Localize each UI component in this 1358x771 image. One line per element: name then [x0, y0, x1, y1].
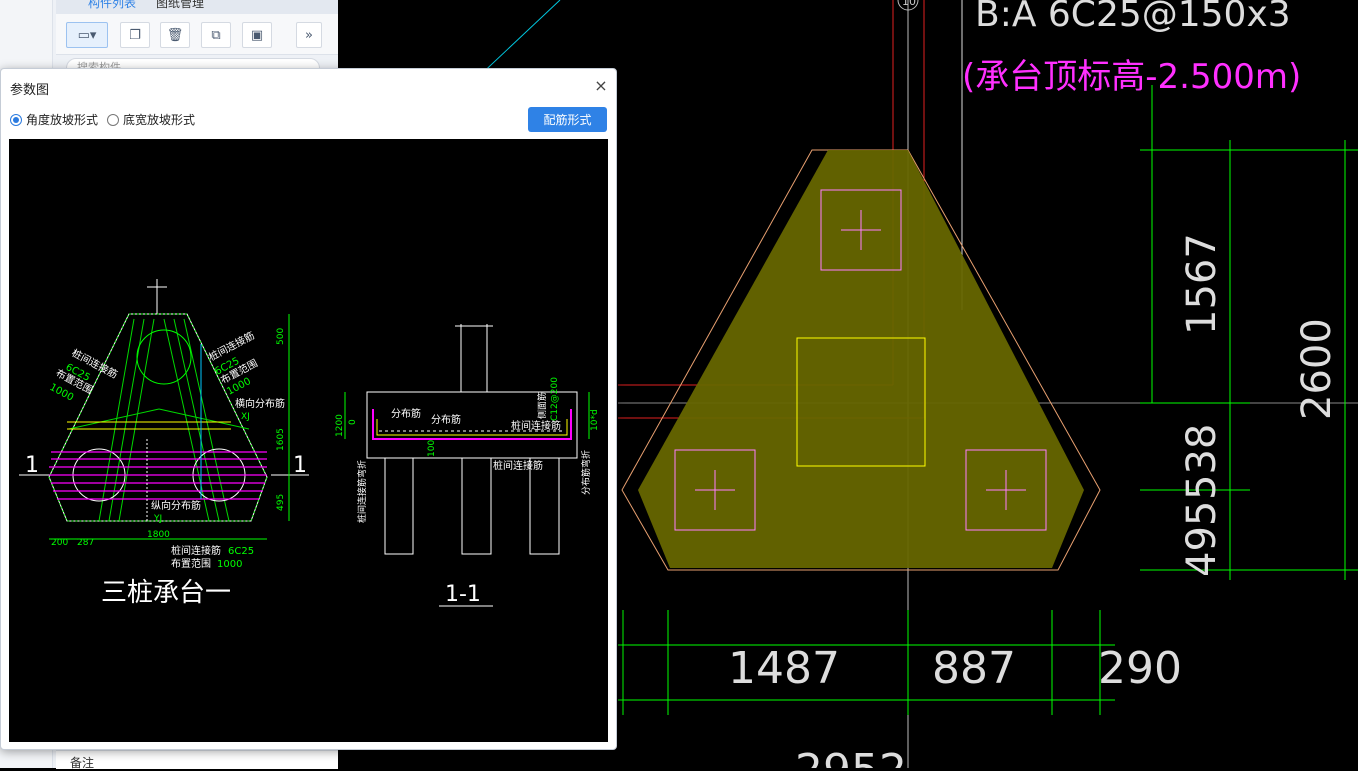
section-dim-10d: 10*d — [590, 409, 600, 431]
tab-component-list[interactable]: 构件列表 — [88, 0, 136, 11]
import-button[interactable]: ▣ — [242, 22, 272, 48]
plan-dim-287: 287 — [77, 538, 94, 548]
dim-bottom-1487: 1487 — [728, 643, 840, 694]
dim-right-2600: 2600 — [1294, 318, 1340, 420]
rebar-text: B:A 6C25@150x3 — [975, 0, 1291, 35]
plan-dim-495: 495 — [276, 494, 286, 511]
plan-label-conn-bottom-spec: 6C25 — [228, 546, 254, 557]
rebar-config-button[interactable]: 配筋形式 — [528, 107, 607, 132]
plan-label-transverse-code: XJ — [241, 412, 250, 422]
new-component-button[interactable]: ▭▾ — [66, 22, 108, 48]
section-title: 1-1 — [445, 582, 481, 607]
plan-label-transverse: 横向分布筋 — [235, 397, 285, 410]
dim-right-538: 538 — [1179, 424, 1225, 500]
duplicate-button[interactable]: ⧉ — [201, 22, 231, 48]
plan-label-range-bottom-value: 1000 — [217, 559, 242, 570]
section-dim-100: 100 — [427, 440, 437, 457]
section-dim-0: 0 — [348, 419, 358, 425]
radio-width-label: 底宽放坡形式 — [123, 113, 196, 127]
param-diagram-dialog: 参数图 × 角度放坡形式 底宽放坡形式 配筋形式 1 1 桩间连接筋 6C25 … — [0, 68, 617, 750]
properties-row: 备注 — [56, 750, 338, 770]
trash-icon: 🗑 — [166, 27, 184, 43]
axis-tag: 10 — [902, 0, 916, 8]
section-label-conn2: 桩间连接筋 — [493, 459, 543, 472]
copy-icon: ❐ — [129, 27, 141, 43]
dim-right-495: 495 — [1179, 501, 1225, 577]
plan-dim-1800: 1800 — [147, 530, 170, 540]
plan-label-conn-bottom: 桩间连接筋 — [171, 544, 221, 557]
plan-dim-500: 500 — [276, 328, 286, 345]
section-dim-1200: 1200 — [335, 414, 345, 437]
close-icon[interactable]: × — [593, 77, 609, 95]
panel-tabs: 构件列表 图纸管理 — [56, 0, 338, 14]
section-label-conn-bend: 桩间连接筋弯折 — [356, 460, 368, 523]
radio-width-slope[interactable]: 底宽放坡形式 — [107, 111, 195, 128]
duplicate-icon: ⧉ — [211, 27, 221, 43]
dim-bottom-887: 887 — [932, 643, 1016, 694]
radio-selected-icon — [10, 113, 22, 126]
dim-right-1567: 1567 — [1179, 233, 1225, 335]
more-button[interactable]: » — [296, 22, 322, 48]
section-label-dist-bend: 分布筋弯折 — [580, 450, 592, 495]
plan-label-longitudinal-code: YJ — [153, 514, 162, 524]
panel-toolbar: ▭▾ ❐ 🗑 ⧉ ▣ » — [56, 14, 338, 55]
dim-total: 2952 — [795, 745, 907, 768]
section-mark-left: 1 — [25, 453, 39, 478]
parameter-drawing: 1 1 桩间连接筋 6C25 布置范围 1000 桩间连接筋 6C25 布置范围… — [9, 139, 608, 742]
tab-drawing-management[interactable]: 图纸管理 — [156, 0, 204, 11]
section-mark-right: 1 — [293, 453, 307, 478]
section-label-conn1: 桩间连接筋 — [511, 419, 561, 432]
radio-angle-label: 角度放坡形式 — [26, 113, 99, 127]
double-chevron-icon: » — [305, 27, 313, 43]
copy-button[interactable]: ❐ — [120, 22, 150, 48]
radio-unselected-icon — [107, 113, 119, 126]
remark-label: 备注 — [70, 756, 95, 770]
radio-angle-slope[interactable]: 角度放坡形式 — [10, 111, 98, 128]
dialog-title: 参数图 — [10, 83, 50, 98]
delete-button[interactable]: 🗑 — [160, 22, 190, 48]
plan-label-longitudinal: 纵向分布筋 — [151, 499, 201, 512]
section-label-dist1: 分布筋 — [391, 407, 421, 420]
new-icon: ▭▾ — [77, 27, 97, 43]
plan-label-range-bottom: 布置范围 — [171, 557, 211, 570]
dim-bottom-290: 290 — [1098, 643, 1182, 694]
section-label-side-spec: C12@200 — [550, 377, 560, 421]
plan-title: 三桩承台一 — [101, 578, 231, 608]
plan-dim-1605: 1605 — [276, 428, 286, 451]
import-icon: ▣ — [250, 27, 264, 43]
section-label-side: 侧面筋 — [536, 392, 548, 419]
section-label-dist2: 分布筋 — [431, 413, 461, 426]
plan-dim-200: 200 — [51, 538, 68, 548]
elevation-text: (承台顶标高-2.500m) — [962, 57, 1301, 97]
